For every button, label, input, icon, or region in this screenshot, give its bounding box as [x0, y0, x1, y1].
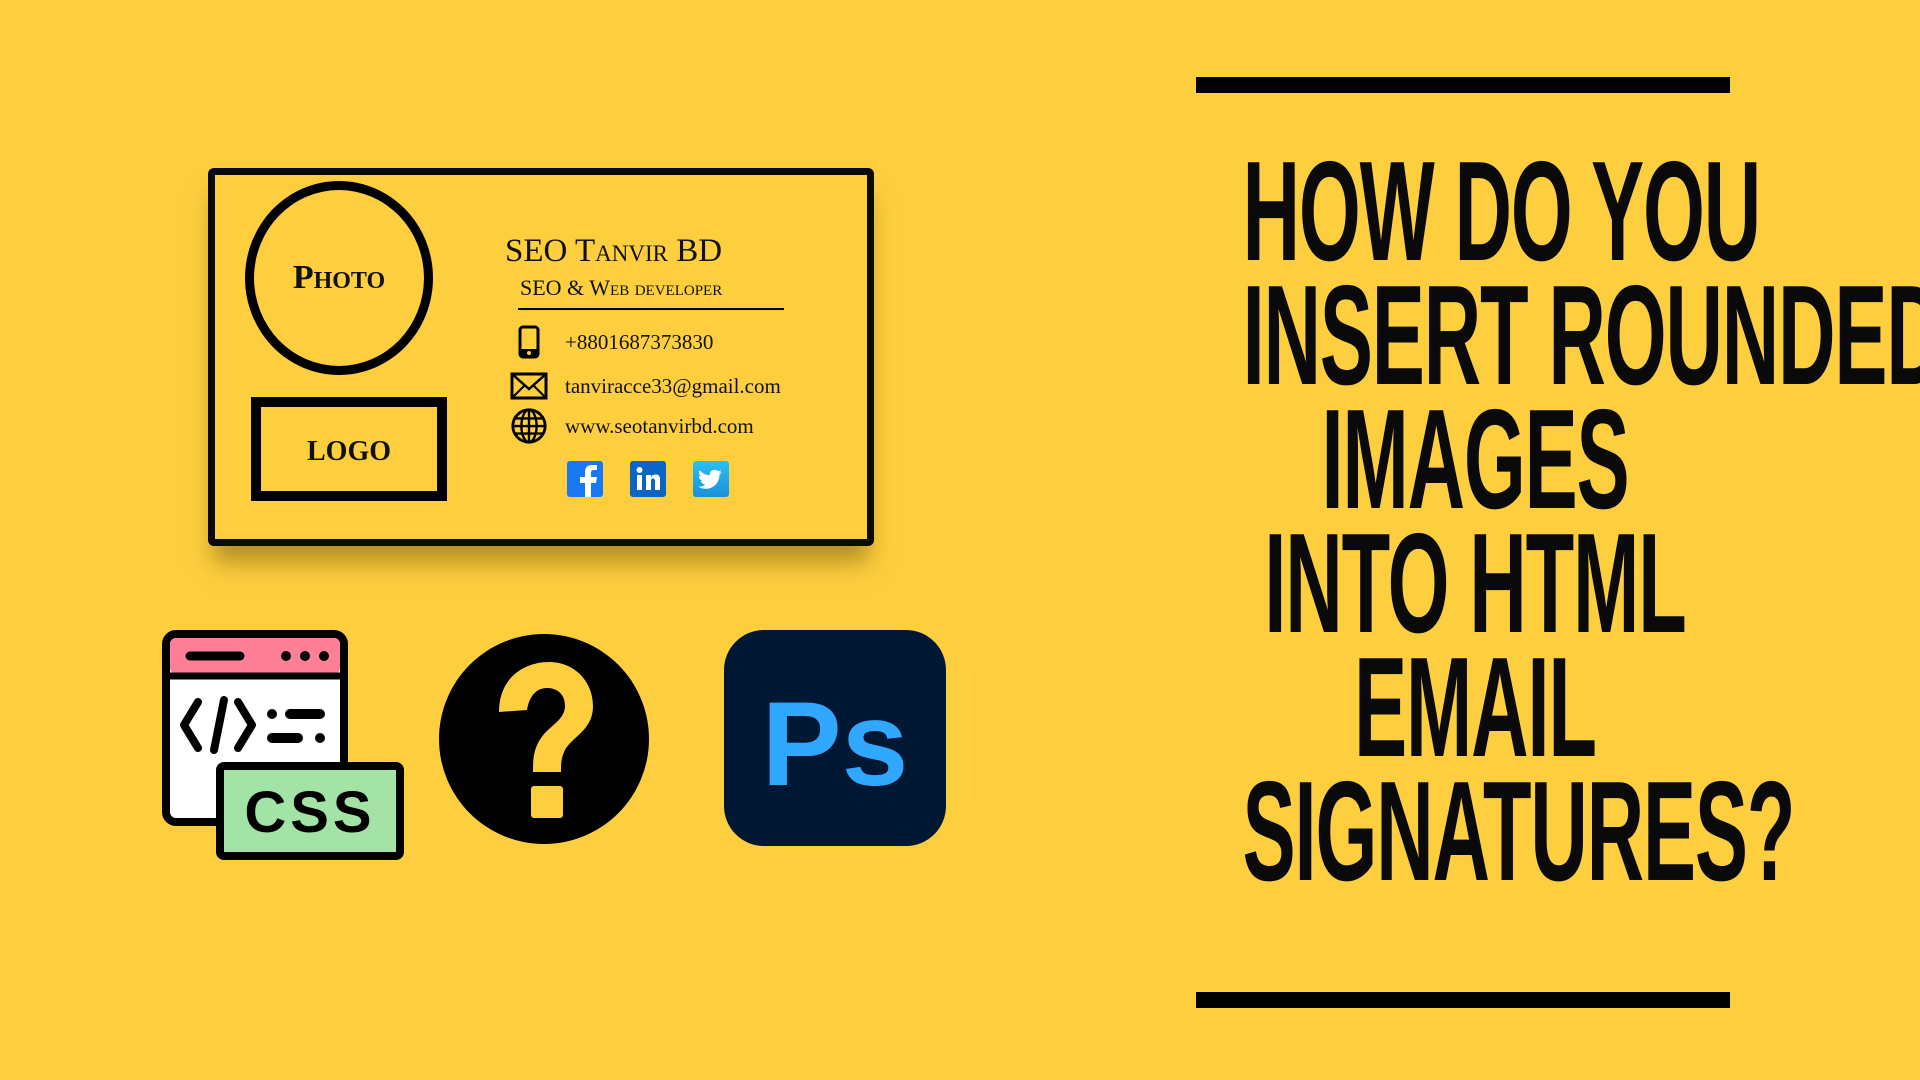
- globe-icon: [510, 407, 548, 445]
- contact-email: tanviracce33@gmail.com: [510, 367, 781, 405]
- contact-website: www.seotanvirbd.com: [510, 407, 754, 445]
- envelope-icon: [510, 367, 548, 405]
- signature-role: SEO & Web developer: [520, 275, 723, 300]
- css-badge-text: CSS: [244, 780, 375, 845]
- signature-divider: [518, 308, 784, 310]
- question-circle-icon: [439, 634, 649, 844]
- photoshop-icon: Ps: [724, 630, 946, 846]
- twitter-icon[interactable]: [693, 461, 729, 497]
- page-title: HOW DO YOU INSERT ROUNDED IMAGES INTO HT…: [1060, 141, 1920, 911]
- bottom-rule: [1196, 992, 1730, 1008]
- email-signature-card: Photo LOGO SEO Tanvir BD SEO & Web devel…: [208, 168, 874, 546]
- title-line: SIGNATURES?: [1242, 752, 1796, 911]
- phone-number: +8801687373830: [565, 329, 714, 354]
- css-code-icon: CSS: [162, 630, 404, 860]
- logo-placeholder: LOGO: [251, 397, 447, 501]
- contact-phone: +8801687373830: [510, 323, 713, 361]
- phone-icon: [510, 323, 548, 361]
- facebook-icon[interactable]: [567, 461, 603, 497]
- logo-label: LOGO: [306, 436, 391, 467]
- signature-name: SEO Tanvir BD: [505, 233, 723, 269]
- website-url[interactable]: www.seotanvirbd.com: [565, 414, 754, 439]
- photo-placeholder: Photo: [245, 181, 433, 375]
- photoshop-label: Ps: [762, 677, 909, 811]
- photo-label: Photo: [292, 259, 386, 296]
- top-rule: [1196, 77, 1730, 93]
- email-address[interactable]: tanviracce33@gmail.com: [565, 374, 781, 399]
- linkedin-icon[interactable]: [630, 461, 666, 497]
